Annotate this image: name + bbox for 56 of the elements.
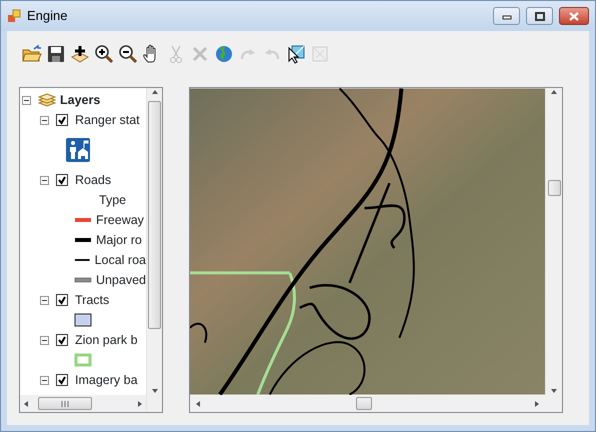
legend-label: Freeway [96,212,144,229]
layers-label: Layers [60,92,100,109]
layer-checkbox[interactable] [56,294,68,306]
pointer-select-icon [286,44,306,64]
layer-checkbox[interactable] [56,114,68,126]
open-folder-button[interactable] [21,43,42,64]
layer-name: Ranger stat [75,112,140,129]
layer-checkbox[interactable] [56,334,68,346]
layer-name: Imagery ba [75,372,138,389]
scroll-left-icon[interactable] [194,400,202,408]
layers-icon [38,93,56,107]
app-icon [7,9,21,23]
minimize-button[interactable] [493,7,520,25]
scroll-up-icon[interactable] [550,88,558,96]
scrollbar-thumb[interactable] [148,101,161,329]
layer-checkbox[interactable] [56,374,68,386]
layer-name: Roads [75,172,112,189]
expander-icon[interactable] [40,176,49,184]
plus-icon [70,44,90,64]
scrollbar-thumb[interactable] [548,180,560,196]
layer-name: Tracts [75,292,110,309]
layer-checkbox[interactable] [56,174,68,186]
zoom-out-icon [118,44,138,64]
scroll-left-icon[interactable] [22,400,30,408]
expander-icon[interactable] [40,296,49,304]
legend-label: Major ro [96,232,142,249]
zoom-in-icon [94,44,114,64]
scrollbar-thumb[interactable] [356,397,372,410]
legend-label: Unpaved [96,272,146,289]
expander-icon[interactable] [40,336,49,344]
expander-icon[interactable] [40,116,49,124]
close-button[interactable] [559,7,589,25]
maximize-button[interactable] [526,7,553,25]
scroll-down-icon[interactable] [150,387,158,395]
expander-icon[interactable] [40,376,49,384]
save-button[interactable] [45,43,66,64]
scroll-up-icon[interactable] [150,88,158,96]
open-folder-icon [22,44,42,64]
globe-button[interactable] [213,43,234,64]
zoom-in-button[interactable] [93,43,114,64]
save-icon [46,44,66,64]
globe-icon [214,44,234,64]
maximize-icon [534,12,544,20]
zoom-out-button[interactable] [117,43,138,64]
legend-label: Type [99,192,126,209]
layer-name: Zion park b [75,332,138,349]
scroll-right-icon[interactable] [533,400,541,408]
close-icon [569,12,579,20]
plus-button[interactable] [69,43,90,64]
frame-icon [310,44,330,64]
window-title: Engine [27,7,68,26]
ranger-station-symbol-icon [66,138,90,162]
expander-icon[interactable] [22,96,31,104]
scrollbar-thumb[interactable] [38,397,92,410]
scroll-right-icon[interactable] [136,400,144,408]
legend-label: Local roa [94,252,146,269]
